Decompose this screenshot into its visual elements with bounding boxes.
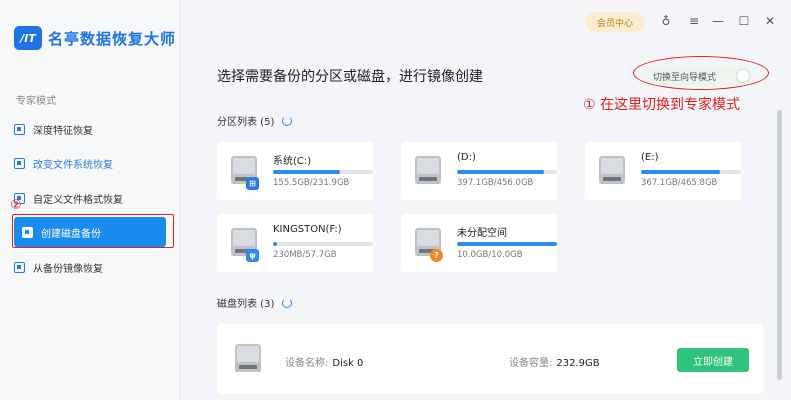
partition-list-title-text: 分区列表 (5) (217, 117, 275, 128)
sidebar-item-label: 改变文件系统恢复 (33, 159, 113, 171)
page-title: 选择需要备份的分区或磁盘，进行镜像创建 (217, 69, 483, 85)
windows-icon: ⊞ (246, 177, 259, 190)
create-now-button[interactable]: 立即创建 (677, 348, 749, 372)
disk-capacity-label: 设备容量: (509, 358, 553, 369)
usage-bar (273, 170, 373, 174)
drive-icon (415, 156, 441, 188)
partition-name: (D:) (457, 152, 476, 163)
drive-icon (235, 344, 261, 376)
drive-icon: ψ (231, 228, 259, 262)
annotation-text-1: ① 在这里切换到专家模式 (583, 97, 741, 113)
scrollbar[interactable] (777, 110, 782, 380)
sidebar-section-label: 专家模式 (16, 96, 56, 107)
sidebar-item-label: 自定义文件格式恢复 (33, 194, 123, 206)
logo-badge-icon: /IT (14, 26, 42, 50)
minimize-icon[interactable]: — (711, 12, 725, 30)
partition-size: 230MB/57.7GB (273, 250, 337, 260)
partition-name: 未分配空间 (457, 228, 507, 239)
sidebar: /IT 名亭数据恢复大师 专家模式 深度特征恢复 改变文件系统恢复 自定义文件格… (0, 0, 180, 400)
refresh-icon[interactable] (282, 115, 293, 126)
partition-size: 367.1GB/465.8GB (641, 178, 718, 188)
app-logo: /IT 名亭数据恢复大师 (14, 26, 176, 50)
close-icon[interactable]: ✕ (763, 12, 777, 30)
refresh-icon[interactable] (282, 297, 293, 308)
usb-icon: ψ (246, 249, 259, 262)
menu-icon[interactable]: ≡ (687, 12, 701, 30)
partition-size: 155.5GB/231.9GB (273, 178, 350, 188)
annotation-oval-toggle (633, 56, 769, 90)
partition-size: 10.0GB/10.0GB (457, 250, 523, 260)
partition-card-e[interactable]: (E:) 367.1GB/465.8GB (585, 142, 741, 200)
sidebar-item-custom-format[interactable]: 自定义文件格式恢复 (14, 183, 166, 213)
partition-card-unallocated[interactable]: ? 未分配空间 10.0GB/10.0GB (401, 214, 557, 272)
usage-bar-fill (641, 170, 720, 174)
annotation-number-2: ② (10, 198, 22, 213)
drive-icon: ⊞ (231, 156, 259, 190)
partition-list-title: 分区列表 (5) (217, 113, 293, 128)
maximize-icon[interactable]: ☐ (737, 12, 751, 30)
disk-name-value: Disk 0 (332, 358, 364, 369)
sidebar-item-deep-scan[interactable]: 深度特征恢复 (14, 114, 166, 144)
deep-scan-icon (14, 123, 25, 135)
partition-card-f[interactable]: ψ KINGSTON(F:) 230MB/57.7GB (217, 214, 373, 272)
usage-bar (457, 242, 557, 246)
drive-icon (599, 156, 625, 188)
annotation-box-backup (12, 214, 174, 248)
usage-bar (457, 170, 557, 174)
partition-name: (E:) (641, 152, 659, 163)
partition-card-d[interactable]: (D:) 397.1GB/456.0GB (401, 142, 557, 200)
disk-list-title-text: 磁盘列表 (3) (217, 299, 275, 310)
app-title: 名亭数据恢复大师 (48, 29, 177, 48)
drive-icon: ? (415, 228, 443, 262)
main-panel: 会员中心 ♁ ≡ — ☐ ✕ 选择需要备份的分区或磁盘，进行镜像创建 切换至向导… (181, 0, 791, 400)
headset-icon[interactable]: ♁ (659, 12, 673, 30)
partition-size: 397.1GB/456.0GB (457, 178, 534, 188)
disk-name-field: 设备名称: Disk 0 (285, 354, 363, 369)
disk-capacity-value: 232.9GB (556, 358, 600, 369)
usage-bar-fill (457, 170, 544, 174)
partition-card-c[interactable]: ⊞ 系统(C:) 155.5GB/231.9GB (217, 142, 373, 200)
disk-capacity-field: 设备容量: 232.9GB (509, 354, 600, 369)
sidebar-item-label: 从备份镜像恢复 (33, 263, 103, 275)
vip-center-button[interactable]: 会员中心 (585, 12, 645, 32)
usage-bar-fill (273, 170, 340, 174)
sidebar-item-label: 深度特征恢复 (33, 125, 93, 137)
disk-list-title: 磁盘列表 (3) (217, 295, 293, 310)
question-icon: ? (430, 249, 443, 262)
usage-bar (273, 242, 373, 246)
disk-name-label: 设备名称: (285, 358, 329, 369)
usage-bar (641, 170, 741, 174)
partition-name: 系统(C:) (273, 156, 312, 167)
usage-bar-fill (457, 242, 557, 246)
partition-name: KINGSTON(F:) (273, 224, 342, 235)
filesystem-icon (14, 157, 25, 169)
sidebar-item-restore-image[interactable]: 从备份镜像恢复 (14, 252, 166, 282)
restore-image-icon (14, 261, 25, 273)
sidebar-item-filesystem-recovery[interactable]: 改变文件系统恢复 (14, 148, 166, 178)
usage-bar-fill (273, 242, 277, 246)
